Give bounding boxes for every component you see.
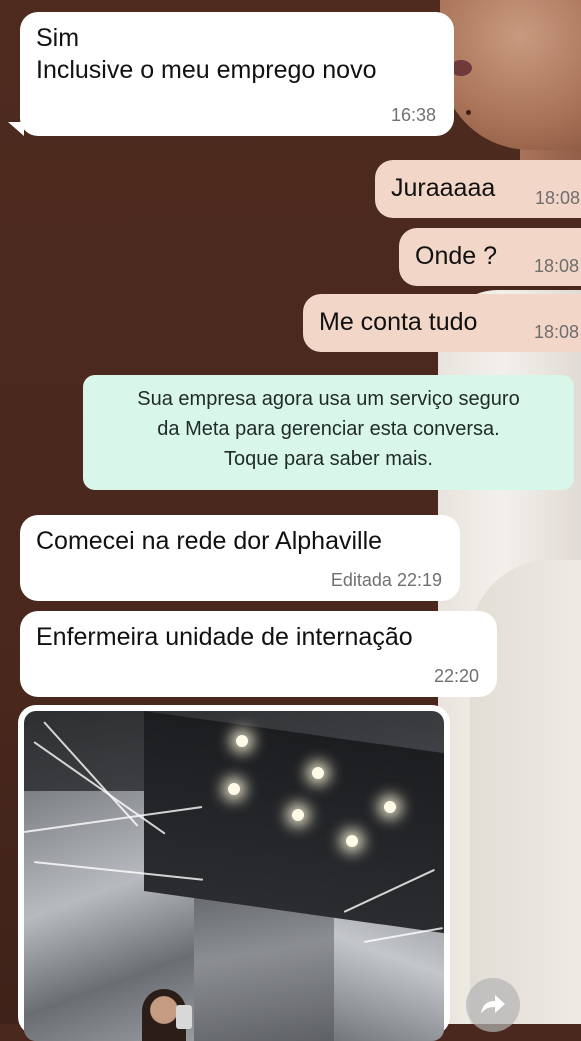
edited-label: Editada <box>330 570 392 590</box>
message-text: Juraaaaa <box>391 174 496 202</box>
message-timestamp: 18:08 <box>535 188 581 208</box>
message-text: Onde ? <box>415 242 498 270</box>
outgoing-message[interactable]: Onde ? 18:08 <box>399 228 581 286</box>
bubble-tail <box>8 122 24 136</box>
time-value: 22:19 <box>396 570 442 590</box>
notice-line: Toque para saber mais. <box>223 448 433 470</box>
message-timestamp: 16:38 <box>390 105 436 125</box>
phone-shape <box>176 1005 192 1029</box>
incoming-message[interactable]: Comecei na rede dor Alphaville Editada 2… <box>20 515 460 601</box>
message-text: Enfermeira unidade de internação <box>36 623 413 651</box>
outgoing-message[interactable]: Me conta tudo 18:08 <box>303 294 581 352</box>
message-timestamp: 18:08 <box>534 256 580 276</box>
message-timestamp: Editada 22:19 <box>331 570 442 591</box>
notice-line: Sua empresa agora usa um serviço seguro <box>137 388 520 410</box>
business-security-notice[interactable]: Sua empresa agora usa um serviço seguro … <box>83 375 574 490</box>
message-text: Me conta tudo <box>319 308 478 336</box>
incoming-message[interactable]: Enfermeira unidade de internação 22:20 <box>20 611 497 697</box>
image-message[interactable] <box>18 705 450 1041</box>
message-text-line: Inclusive o meu emprego novo <box>36 56 377 84</box>
elevator-selfie-photo[interactable] <box>24 711 444 1041</box>
outgoing-message[interactable]: Juraaaaa 18:08 <box>375 160 581 218</box>
notice-line: da Meta para gerenciar esta conversa. <box>157 418 500 440</box>
message-timestamp: 22:20 <box>433 666 479 686</box>
message-timestamp: 18:08 <box>534 322 580 342</box>
message-text: Comecei na rede dor Alphaville <box>36 527 383 555</box>
message-list[interactable]: Sim Inclusive o meu emprego novo 16:38 J… <box>0 0 581 1041</box>
incoming-message[interactable]: Sim Inclusive o meu emprego novo 16:38 <box>20 12 454 136</box>
message-text-line: Sim <box>36 24 80 52</box>
